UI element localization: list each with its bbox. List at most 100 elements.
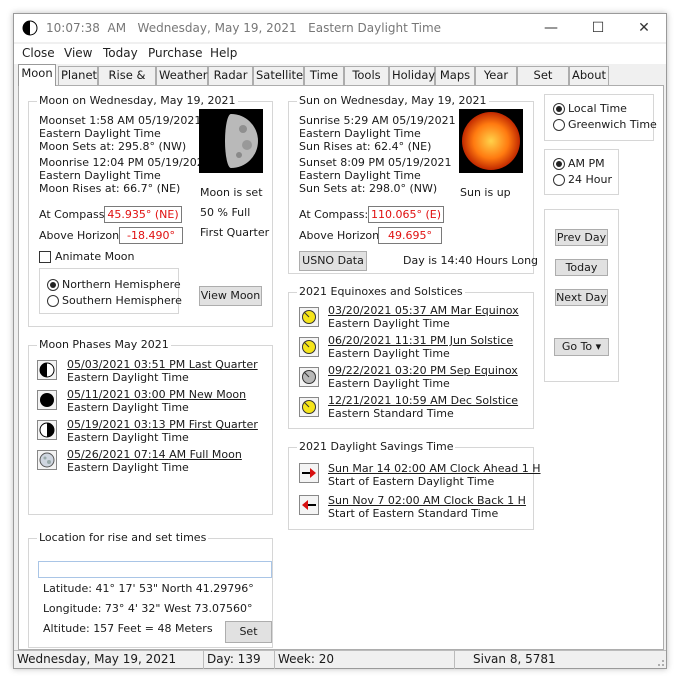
tab-weather[interactable]: Weather [156,66,208,85]
moon-phase-image [199,109,263,173]
local-time-radio[interactable] [553,103,565,115]
tab-moon[interactable]: Moon [18,64,56,86]
moon-header: Moon on Wednesday, May 19, 2021 [37,94,238,107]
northern-hemisphere-label: Northern Hemisphere [62,278,181,291]
moonrise-time: Moonrise 12:04 PM 05/19/2021 [39,156,211,169]
moon-rises-at: Moon Rises at: 66.7° (NE) [39,182,181,195]
resize-grip-icon[interactable] [655,657,665,667]
maximize-button[interactable]: ☐ [575,14,621,42]
tab-strip: Moon Planet Rise & Set Weather Radar Sat… [18,64,664,99]
menu-help[interactable]: Help [210,46,237,60]
equinox-line-4[interactable]: 12/21/2021 10:59 AM Dec Solstice [328,394,518,407]
tab-about[interactable]: About [569,66,609,85]
moonset-timezone: Eastern Daylight Time [39,127,161,140]
location-header: Location for rise and set times [37,531,209,544]
next-day-button[interactable]: Next Day [555,289,608,306]
am-pm-radio[interactable] [553,158,565,170]
moon-phases-header: Moon Phases May 2021 [37,338,171,351]
menu-today[interactable]: Today [103,46,138,60]
tab-time[interactable]: Time [304,66,344,85]
sun-header: Sun on Wednesday, May 19, 2021 [297,94,489,107]
greenwich-time-label: Greenwich Time [568,118,657,131]
today-button[interactable]: Today [555,259,608,276]
phase-tz-2: Eastern Daylight Time [67,401,189,414]
tab-maps[interactable]: Maps [435,66,475,85]
sun-above-horizon-label: Above Horizon: [299,229,383,242]
daylight-savings-group: 2021 Daylight Savings Time Sun Mar 14 02… [288,440,541,530]
menu-purchase[interactable]: Purchase [148,46,203,60]
location-group: Location for rise and set times Latitude… [28,531,273,648]
phase-tz-3: Eastern Daylight Time [67,431,189,444]
equinox-tz-1: Eastern Daylight Time [328,317,450,330]
tab-set[interactable]: Set [517,66,569,85]
sunrise-time: Sunrise 5:29 AM 05/19/2021 [299,114,456,127]
go-to-dropdown-button[interactable]: Go To ▾ [554,338,609,356]
moon-at-compass-value: 45.935° (NE) [104,206,182,223]
status-hebrew-date: Sivan 8, 5781 [473,652,556,666]
moon-above-horizon-label: Above Horizon: [39,229,123,242]
latitude-text: Latitude: 41° 17' 53" North 41.29796° [43,582,254,595]
am-pm-label: AM PM [568,157,605,170]
equinox-line-1[interactable]: 03/20/2021 05:37 AM Mar Equinox [328,304,519,317]
time-zone-option-group: Local Time Greenwich Time [544,94,657,141]
dst-sub-2: Start of Eastern Standard Time [328,507,499,520]
sunset-time: Sunset 8:09 PM 05/19/2021 [299,156,452,169]
minimize-button[interactable]: — [528,14,574,42]
hemisphere-group: Northern Hemisphere Southern Hemisphere [39,268,182,314]
equinox-line-2[interactable]: 06/20/2021 11:31 PM Jun Solstice [328,334,513,347]
clock-ahead-arrow-icon [299,463,319,483]
menu-close[interactable]: Close [22,46,55,60]
moon-above-horizon-value: -18.490° [119,227,183,244]
new-moon-icon [37,390,57,410]
sun-image [459,109,523,173]
clock-back-arrow-icon [299,495,319,515]
sunrise-timezone: Eastern Daylight Time [299,127,421,140]
tab-tools[interactable]: Tools [344,66,389,85]
tab-rise-set[interactable]: Rise & Set [98,66,156,99]
dst-line-2[interactable]: Sun Nov 7 02:00 AM Clock Back 1 H [328,494,526,507]
moon-sets-at: Moon Sets at: 295.8° (NW) [39,140,187,153]
greenwich-time-radio[interactable] [553,119,565,131]
dst-line-1[interactable]: Sun Mar 14 02:00 AM Clock Ahead 1 H [328,462,541,475]
app-window: 10:07:38 AM Wednesday, May 19, 2021 East… [13,13,667,669]
moonrise-timezone: Eastern Daylight Time [39,169,161,182]
mar-equinox-icon [299,307,319,327]
tab-planet[interactable]: Planet [58,66,98,85]
menu-view[interactable]: View [64,46,92,60]
moonset-time: Moonset 1:58 AM 05/19/2021 [39,114,202,127]
animate-moon-checkbox[interactable] [39,251,51,263]
southern-hemisphere-radio[interactable] [47,295,59,307]
phase-line-1[interactable]: 05/03/2021 03:51 PM Last Quarter [67,358,258,371]
view-moon-button[interactable]: View Moon [199,286,262,306]
title-bar: 10:07:38 AM Wednesday, May 19, 2021 East… [14,14,666,42]
phase-line-4[interactable]: 05/26/2021 07:14 AM Full Moon [67,448,242,461]
set-location-button[interactable]: Set [225,621,272,643]
dec-solstice-icon [299,397,319,417]
sun-above-horizon-value: 49.695° [378,227,442,244]
moon-phases-group: Moon Phases May 2021 05/03/2021 03:51 PM… [28,338,273,515]
prev-day-button[interactable]: Prev Day [555,229,608,246]
phase-line-2[interactable]: 05/11/2021 03:00 PM New Moon [67,388,246,401]
close-window-button[interactable]: ✕ [621,14,667,42]
tab-holiday[interactable]: Holiday [389,66,435,85]
longitude-text: Longitude: 73° 4' 32" West 73.07560° [43,602,253,615]
24-hour-radio[interactable] [553,174,565,186]
location-search-input[interactable] [38,561,272,578]
tab-year[interactable]: Year [475,66,517,85]
phase-line-3[interactable]: 05/19/2021 03:13 PM First Quarter [67,418,258,431]
equinox-solstice-group: 2021 Equinoxes and Solstices 03/20/2021 … [288,285,534,429]
sun-status: Sun is up [460,186,511,199]
moon-phase-name: First Quarter [200,226,270,239]
sun-rises-at: Sun Rises at: 62.4° (NE) [299,140,432,153]
moon-at-compass-label: At Compass: [39,208,109,221]
dst-header: 2021 Daylight Savings Time [297,440,456,453]
phase-tz-4: Eastern Daylight Time [67,461,189,474]
usno-data-button[interactable]: USNO Data [299,251,367,271]
sunset-timezone: Eastern Daylight Time [299,169,421,182]
northern-hemisphere-radio[interactable] [47,279,59,291]
tab-radar[interactable]: Radar [208,66,253,85]
local-time-label: Local Time [568,102,627,115]
tab-satellite[interactable]: Satellite [253,66,304,85]
jun-solstice-icon [299,337,319,357]
equinox-line-3[interactable]: 09/22/2021 03:20 PM Sep Equinox [328,364,518,377]
